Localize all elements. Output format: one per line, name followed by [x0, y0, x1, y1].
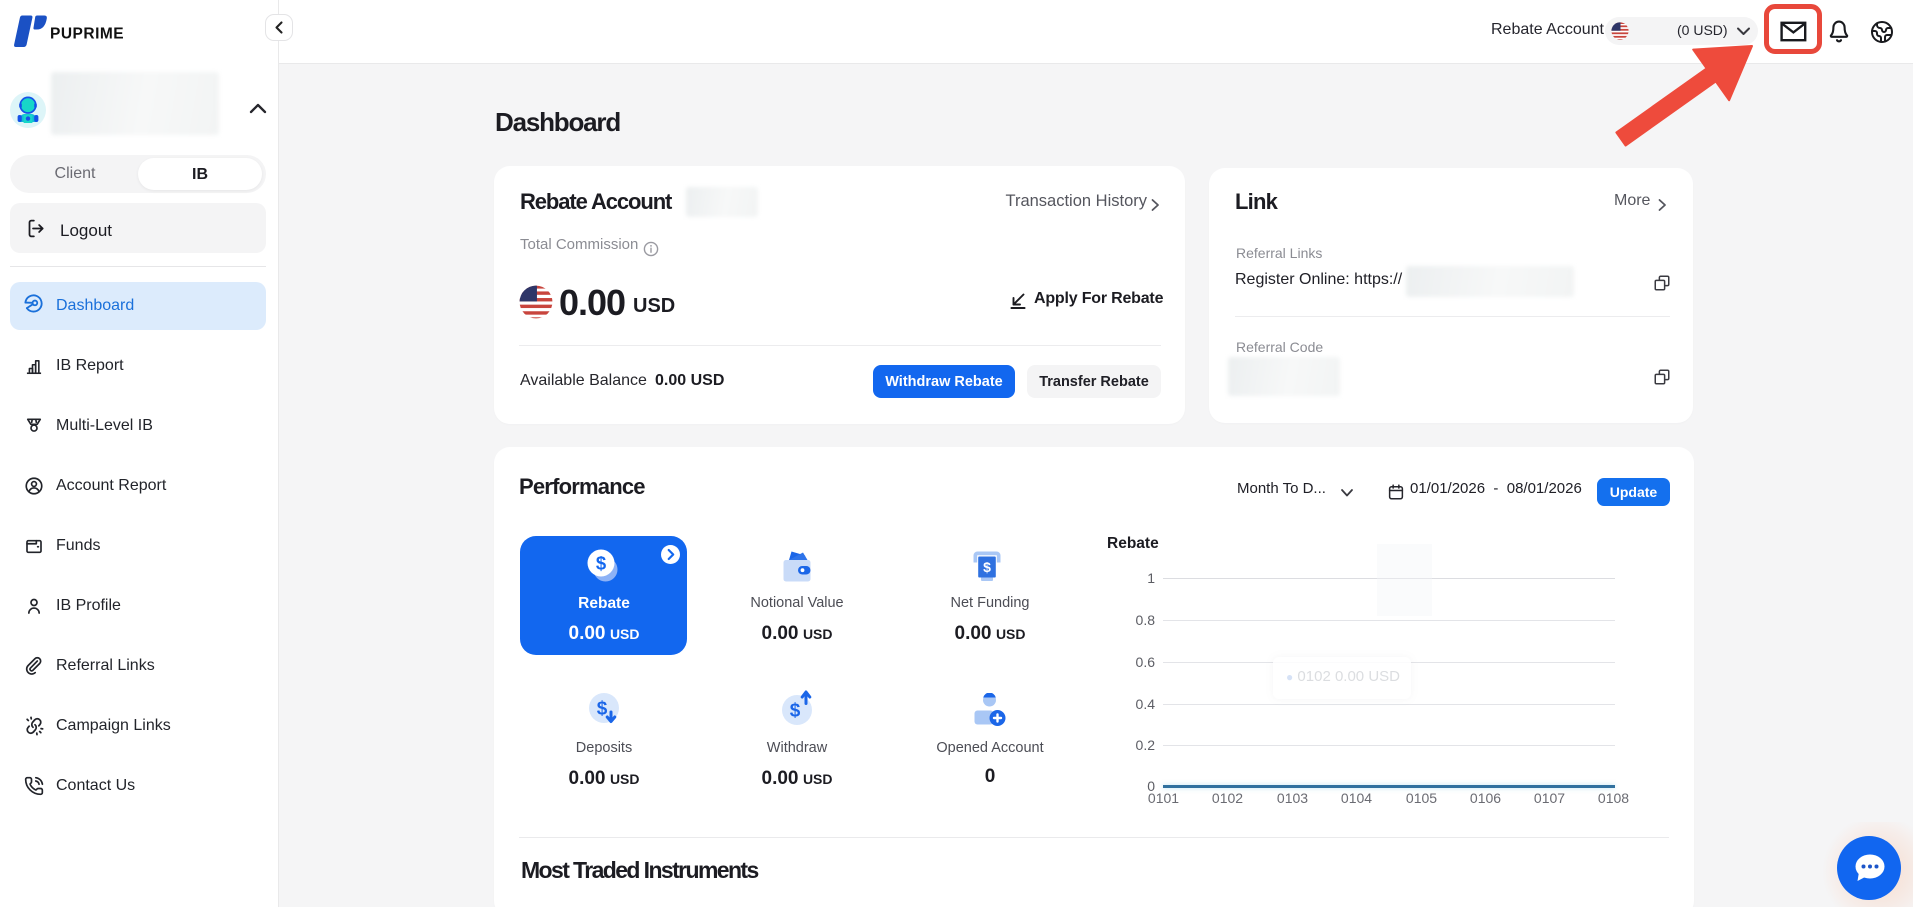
svg-text:$: $	[983, 559, 991, 575]
svg-text:$: $	[790, 701, 801, 722]
svg-text:PUPRIME: PUPRIME	[50, 26, 124, 43]
svg-text:$: $	[596, 553, 607, 574]
